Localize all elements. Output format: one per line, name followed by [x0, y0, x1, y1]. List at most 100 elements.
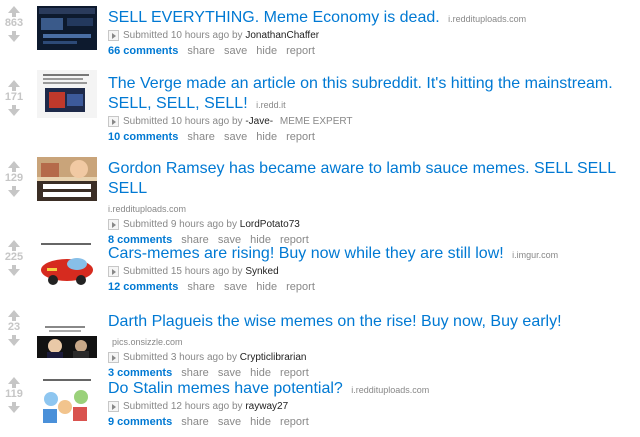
share-button[interactable]: share: [181, 367, 209, 379]
report-button[interactable]: report: [286, 131, 315, 143]
post-domain[interactable]: pics.onsizzle.com: [112, 337, 183, 347]
post-time: 3 hours ago: [170, 352, 224, 363]
downvote-arrow-icon[interactable]: [8, 335, 20, 346]
post-title[interactable]: SELL EVERYTHING. Meme Economy is dead.: [108, 9, 440, 26]
post-author[interactable]: -Jave-: [245, 116, 273, 127]
post-time: 10 hours ago: [170, 30, 230, 41]
vote-column: 171: [0, 80, 28, 116]
report-button[interactable]: report: [280, 367, 309, 379]
expand-icon[interactable]: [108, 218, 119, 230]
save-button[interactable]: save: [218, 367, 241, 379]
report-button[interactable]: report: [286, 281, 315, 293]
report-button[interactable]: report: [280, 416, 309, 428]
submitted-label: Submitted: [123, 266, 169, 277]
post-time: 15 hours ago: [170, 266, 230, 277]
post-title[interactable]: Gordon Ramsey has became aware to lamb s…: [108, 160, 616, 197]
post-domain[interactable]: i.reddituplоads.com: [108, 204, 186, 214]
thumbnail-image: [37, 322, 97, 358]
report-button[interactable]: report: [286, 45, 315, 57]
comments-link[interactable]: 9 comments: [108, 416, 172, 428]
downvote-arrow-icon[interactable]: [8, 31, 20, 42]
thumbnail-image: [37, 157, 97, 201]
share-button[interactable]: share: [187, 281, 215, 293]
thumbnail-image: [37, 70, 97, 118]
post-domain[interactable]: i.reddituplоads.com: [448, 14, 526, 24]
hide-button[interactable]: hide: [256, 281, 277, 293]
post-tagline: Submitted 15 hours ago by Synked: [108, 265, 630, 279]
expand-icon[interactable]: [108, 400, 119, 412]
upvote-arrow-icon[interactable]: [8, 377, 20, 388]
post-buttons: 10 comments share save hide report: [108, 130, 630, 145]
post-thumbnail[interactable]: [37, 322, 97, 358]
post-score: 129: [4, 172, 24, 184]
post-author[interactable]: LordPotato73: [240, 219, 300, 230]
hide-button[interactable]: hide: [256, 131, 277, 143]
post-score: 863: [4, 17, 24, 29]
share-button[interactable]: share: [187, 131, 215, 143]
post-author[interactable]: Synked: [245, 266, 278, 277]
post-time: 9 hours ago: [170, 219, 224, 230]
hide-button[interactable]: hide: [256, 45, 277, 57]
post-author[interactable]: rayway27: [245, 401, 288, 412]
vote-column: 863: [0, 6, 28, 42]
comments-link[interactable]: 3 comments: [108, 367, 172, 379]
hide-button[interactable]: hide: [250, 367, 271, 379]
post-title[interactable]: Darth Plagueis the wise memes on the ris…: [108, 313, 562, 330]
post-domain[interactable]: i.reddituplоads.com: [351, 385, 429, 395]
upvote-arrow-icon[interactable]: [8, 161, 20, 172]
post-thumbnail[interactable]: [37, 377, 97, 427]
share-button[interactable]: share: [187, 45, 215, 57]
post-score: 171: [4, 91, 24, 103]
post-buttons: 12 comments share save hide report: [108, 280, 630, 295]
post-title[interactable]: Do Stalin memes have potential?: [108, 380, 343, 397]
expand-icon[interactable]: [108, 265, 119, 277]
comments-link[interactable]: 10 comments: [108, 131, 178, 143]
share-button[interactable]: share: [181, 416, 209, 428]
post-title[interactable]: The Verge made an article on this subred…: [108, 75, 613, 112]
upvote-arrow-icon[interactable]: [8, 240, 20, 251]
vote-column: 129: [0, 161, 28, 197]
comments-link[interactable]: 66 comments: [108, 45, 178, 57]
hide-button[interactable]: hide: [250, 416, 271, 428]
by-label: by: [226, 352, 237, 363]
post-thumbnail[interactable]: [37, 6, 97, 50]
by-label: by: [231, 116, 243, 127]
upvote-arrow-icon[interactable]: [8, 310, 20, 321]
downvote-arrow-icon[interactable]: [8, 402, 20, 413]
post-tagline: Submitted 12 hours ago by rayway27: [108, 400, 630, 414]
comments-link[interactable]: 12 comments: [108, 281, 178, 293]
post-tagline: Submitted 9 hours ago by LordPotato73: [108, 218, 630, 232]
save-button[interactable]: save: [224, 45, 247, 57]
expand-icon[interactable]: [108, 29, 119, 41]
submitted-label: Submitted: [123, 401, 169, 412]
submitted-label: Submitted: [123, 352, 169, 363]
downvote-arrow-icon[interactable]: [8, 265, 20, 276]
upvote-arrow-icon[interactable]: [8, 80, 20, 91]
save-button[interactable]: save: [224, 131, 247, 143]
post-author[interactable]: JonathanChaffer: [245, 30, 319, 41]
post-time: 10 hours ago: [170, 116, 230, 127]
upvote-arrow-icon[interactable]: [8, 6, 20, 17]
post-tagline: Submitted 10 hours ago by JonathanChaffe…: [108, 29, 630, 43]
downvote-arrow-icon[interactable]: [8, 186, 20, 197]
expand-icon[interactable]: [108, 351, 119, 363]
post-thumbnail[interactable]: [37, 240, 97, 290]
by-label: by: [231, 401, 243, 412]
post-author[interactable]: Crypticlibrarian: [240, 352, 307, 363]
post-title[interactable]: Cars-memes are rising! Buy now while the…: [108, 245, 504, 262]
post-thumbnail[interactable]: [37, 70, 97, 118]
by-label: by: [231, 266, 243, 277]
downvote-arrow-icon[interactable]: [8, 105, 20, 116]
post-domain[interactable]: i.imgur.com: [512, 250, 558, 260]
author-flair: MEME EXPERT: [279, 116, 353, 127]
save-button[interactable]: save: [224, 281, 247, 293]
post-domain[interactable]: i.redd.it: [256, 100, 286, 110]
by-label: by: [226, 219, 237, 230]
expand-icon[interactable]: [108, 115, 119, 127]
save-button[interactable]: save: [218, 416, 241, 428]
thumbnail-image: [37, 377, 97, 427]
submitted-label: Submitted: [123, 30, 169, 41]
post-time: 12 hours ago: [170, 401, 230, 412]
submitted-label: Submitted: [123, 116, 169, 127]
post-thumbnail[interactable]: [37, 157, 97, 201]
